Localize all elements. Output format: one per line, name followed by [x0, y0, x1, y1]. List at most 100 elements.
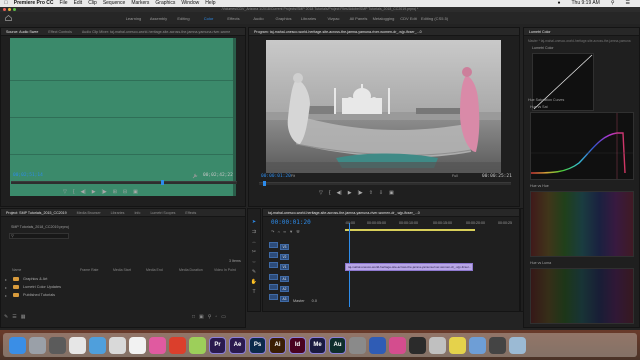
razor-tool-icon[interactable]: ✂: [252, 249, 256, 255]
play-icon[interactable]: ▶: [92, 189, 96, 195]
quality-dropdown[interactable]: Full: [452, 174, 458, 178]
tab-sequence[interactable]: taj-mahal-unesco-world-heritage-site-acr…: [263, 211, 425, 215]
linked-icon[interactable]: ∞: [283, 229, 286, 234]
hue-vs-luma-curve[interactable]: [530, 268, 634, 324]
close-button[interactable]: [3, 8, 6, 11]
work-area-bar[interactable]: [345, 229, 475, 231]
dock-app-icon[interactable]: [69, 336, 86, 354]
dock-app-icon[interactable]: [189, 336, 206, 354]
dock-app-icon[interactable]: [109, 336, 126, 354]
minimize-button[interactable]: [8, 8, 11, 11]
workspace-color[interactable]: Color: [196, 16, 221, 21]
menu-edit[interactable]: Edit: [74, 0, 83, 7]
dock-app-icon[interactable]: [509, 336, 526, 354]
workspace-vizpac[interactable]: Vizpac: [321, 16, 346, 21]
tab-program[interactable]: Program: taj-mahal-unesco-world-heritage…: [249, 30, 427, 34]
ripple-edit-icon[interactable]: ↔: [252, 239, 257, 245]
hand-tool-icon[interactable]: ✋: [251, 279, 257, 285]
home-icon[interactable]: [5, 15, 12, 21]
menu-file[interactable]: File: [60, 0, 68, 7]
fit-dropdown[interactable]: Fit: [291, 174, 295, 178]
dock-app-icon[interactable]: [9, 336, 26, 354]
chevron-right-icon[interactable]: ▸: [5, 277, 13, 282]
app-menu[interactable]: Premiere Pro CC: [14, 0, 54, 7]
program-playhead[interactable]: [263, 181, 266, 186]
mark-out-icon[interactable]: {: [329, 190, 331, 196]
chevron-right-icon[interactable]: ▸: [5, 285, 13, 290]
col-frame-rate[interactable]: Frame Rate: [80, 268, 113, 272]
workspace-editing-cs55[interactable]: Editing (CS5.5): [421, 16, 448, 21]
tab-audio-clip-mixer[interactable]: Audio Clip Mixer: taj-mahal-unesco-world…: [77, 30, 235, 34]
mark-in-icon[interactable]: ▽: [319, 190, 323, 196]
extract-icon[interactable]: ⇩: [379, 190, 383, 196]
timeline-clip-v1[interactable]: taj-mahal-unesco-world-heritage-site-acr…: [345, 263, 473, 271]
tab-effect-controls[interactable]: Effect Controls: [43, 30, 77, 34]
col-video-in[interactable]: Video In Point: [214, 268, 244, 272]
hue-vs-sat-curve[interactable]: [530, 112, 634, 180]
hue-vs-hue-curve[interactable]: [530, 191, 634, 257]
tab-libraries[interactable]: Libraries: [106, 211, 130, 215]
program-scrub-bar[interactable]: [259, 181, 511, 186]
dock-app-icon[interactable]: Ae: [229, 336, 246, 354]
dock-app-icon[interactable]: [449, 336, 466, 354]
camera-icon[interactable]: ▣: [133, 189, 138, 195]
col-media-start[interactable]: Media Start: [113, 268, 146, 272]
workspace-editing[interactable]: Editing: [171, 16, 196, 21]
pen-tool-icon[interactable]: ✎: [252, 269, 256, 275]
tab-effects[interactable]: Effects: [180, 211, 201, 215]
dock-app-icon[interactable]: [49, 336, 66, 354]
workspace-all-panels[interactable]: All Panels: [346, 16, 371, 21]
menu-clip[interactable]: Clip: [88, 0, 97, 7]
master-volume[interactable]: 0.0: [312, 299, 317, 303]
new-bin-icon[interactable]: □: [192, 314, 195, 320]
col-media-end[interactable]: Media End: [146, 268, 179, 272]
col-media-duration[interactable]: Media Duration: [179, 268, 214, 272]
menu-markers[interactable]: Markers: [131, 0, 149, 7]
nest-icon[interactable]: ↷: [271, 229, 274, 234]
menu-help[interactable]: Help: [205, 0, 215, 7]
dock-app-icon[interactable]: [149, 336, 166, 354]
icon-view-icon[interactable]: ▦: [21, 314, 26, 320]
workspace-effects[interactable]: Effects: [221, 16, 246, 21]
dock-app-icon[interactable]: [349, 336, 366, 354]
new-item-icon[interactable]: ▣: [199, 314, 204, 320]
mark-out-icon[interactable]: {: [73, 189, 75, 195]
dock-app-icon[interactable]: Ps: [249, 336, 266, 354]
workspace-audio[interactable]: Audio: [246, 16, 271, 21]
pencil-icon[interactable]: ✎: [4, 314, 8, 320]
dock-app-icon[interactable]: [409, 336, 426, 354]
dock-app-icon[interactable]: [489, 336, 506, 354]
dock-app-icon[interactable]: Au: [329, 336, 346, 354]
dock-app-icon[interactable]: [169, 336, 186, 354]
step-forward-icon[interactable]: |▶: [102, 189, 107, 195]
snap-icon[interactable]: ∩: [277, 229, 280, 234]
col-name[interactable]: Name: [12, 268, 80, 272]
workspace-graphics[interactable]: Graphics: [271, 16, 296, 21]
dock-app-icon[interactable]: [469, 336, 486, 354]
zoom-button[interactable]: [13, 8, 16, 11]
lift-icon[interactable]: ⇧: [369, 190, 373, 196]
step-back-icon[interactable]: ◀|: [337, 190, 342, 196]
dock-app-icon[interactable]: Me: [309, 336, 326, 354]
search-icon[interactable]: ⚲: [208, 314, 212, 320]
workspace-cdv-edit[interactable]: CDV Edit: [396, 16, 421, 21]
wrench-icon[interactable]: [192, 173, 198, 179]
dock-app-icon[interactable]: Id: [289, 336, 306, 354]
workspace-libraries[interactable]: Libraries: [296, 16, 321, 21]
insert-icon[interactable]: ⊞: [113, 189, 117, 195]
wrench-icon[interactable]: ⚒: [296, 229, 300, 234]
overwrite-icon[interactable]: ⊟: [123, 189, 127, 195]
project-search-input[interactable]: ⚲: [9, 233, 69, 239]
source-timecode-playhead[interactable]: 00;02;51;14: [13, 173, 43, 178]
source-playhead[interactable]: [161, 180, 164, 185]
timeline-timecode[interactable]: 00:00:01:20: [271, 219, 311, 226]
dock-app-icon[interactable]: Ai: [269, 336, 286, 354]
clock[interactable]: Thu 9:19 AM: [571, 0, 599, 7]
mark-in-icon[interactable]: ▽: [63, 189, 67, 195]
lumetri-master-label[interactable]: Master * taj-mahal-unesco-world-heritage…: [528, 39, 631, 43]
dock-app-icon[interactable]: Pr: [209, 336, 226, 354]
dock-app-icon[interactable]: [89, 336, 106, 354]
tab-project[interactable]: Project: SMP Tutorials_2015_CC2019: [1, 211, 72, 215]
chevron-right-icon[interactable]: ▸: [5, 293, 13, 298]
wifi-icon[interactable]: ●: [557, 0, 560, 7]
